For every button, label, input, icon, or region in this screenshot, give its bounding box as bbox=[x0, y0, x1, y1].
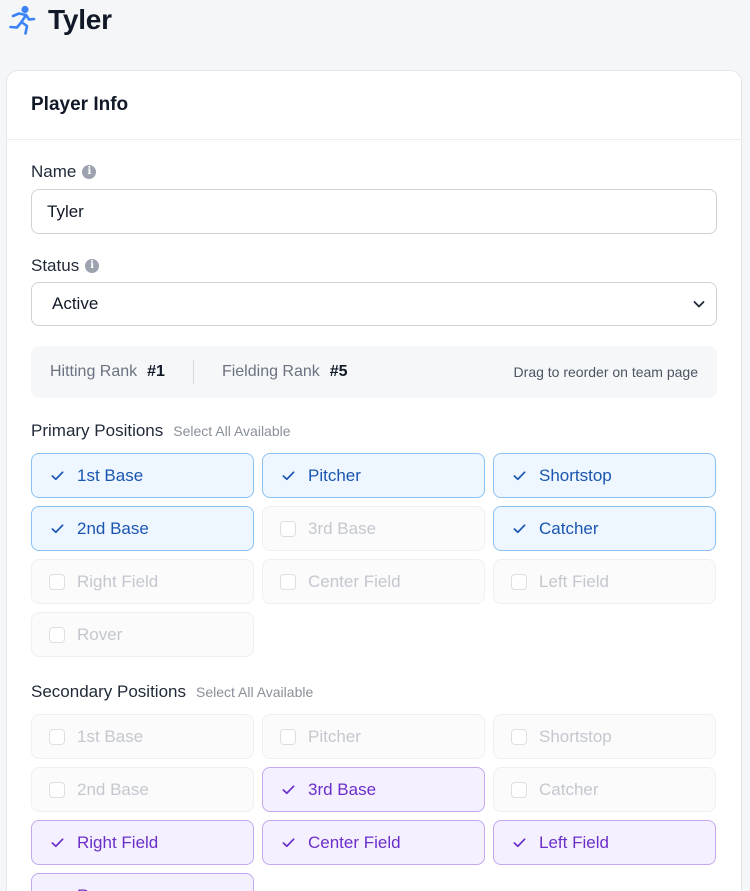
primary-select-all-link[interactable]: Select All Available bbox=[173, 423, 290, 439]
position-label: Pitcher bbox=[308, 726, 361, 746]
checkbox-empty-icon bbox=[511, 781, 527, 798]
check-icon bbox=[511, 835, 527, 851]
secondary-position-center-field[interactable]: Center Field bbox=[262, 820, 485, 865]
position-label: Center Field bbox=[308, 832, 401, 852]
primary-position-3rd-base: 3rd Base bbox=[262, 506, 485, 551]
rank-bar: Hitting Rank #1 Fielding Rank #5 Drag to… bbox=[31, 346, 717, 398]
checkbox-empty-icon bbox=[511, 728, 527, 745]
secondary-position-3rd-base[interactable]: 3rd Base bbox=[262, 767, 485, 812]
checkbox-empty-icon bbox=[511, 573, 527, 590]
page-title: Tyler bbox=[48, 4, 112, 35]
status-label-text: Status bbox=[31, 256, 80, 275]
fielding-rank-value: #5 bbox=[329, 363, 348, 380]
position-label: 1st Base bbox=[77, 465, 144, 485]
secondary-position-1st-base: 1st Base bbox=[31, 714, 254, 759]
checkbox-empty-icon bbox=[280, 520, 296, 537]
page-header: Tyler bbox=[8, 4, 112, 36]
check-icon bbox=[280, 835, 296, 851]
secondary-positions-title: Secondary Positions bbox=[31, 682, 186, 701]
secondary-position-rover[interactable]: Rover bbox=[31, 873, 254, 891]
position-label: 2nd Base bbox=[77, 779, 149, 799]
card-title: Player Info bbox=[31, 94, 129, 115]
chevron-down-icon bbox=[693, 301, 705, 308]
checkbox-empty-icon bbox=[49, 573, 65, 590]
primary-position-2nd-base[interactable]: 2nd Base bbox=[31, 506, 254, 551]
name-input[interactable] bbox=[31, 189, 717, 234]
check-icon bbox=[49, 888, 65, 891]
primary-position-shortstop[interactable]: Shortstop bbox=[493, 453, 716, 498]
primary-position-rover: Rover bbox=[31, 612, 254, 657]
position-label: Rover bbox=[77, 886, 122, 891]
secondary-position-right-field[interactable]: Right Field bbox=[31, 820, 254, 865]
info-icon[interactable]: i bbox=[82, 165, 97, 179]
primary-positions-header: Primary Positions Select All Available bbox=[31, 421, 717, 441]
primary-positions-title: Primary Positions bbox=[31, 421, 164, 440]
checkbox-empty-icon bbox=[49, 728, 65, 745]
position-label: Right Field bbox=[77, 571, 159, 591]
checkbox-empty-icon bbox=[280, 728, 296, 745]
status-label: Status i bbox=[31, 256, 717, 276]
check-icon bbox=[280, 782, 296, 798]
hitting-rank-label: Hitting Rank bbox=[50, 363, 138, 380]
secondary-position-catcher: Catcher bbox=[493, 767, 716, 812]
fielding-rank-label: Fielding Rank bbox=[221, 363, 320, 380]
primary-position-catcher[interactable]: Catcher bbox=[493, 506, 716, 551]
status-select-value: Active bbox=[52, 294, 99, 313]
card-header: Player Info bbox=[7, 71, 741, 140]
position-label: Shortstop bbox=[539, 465, 612, 485]
secondary-position-pitcher: Pitcher bbox=[262, 714, 485, 759]
secondary-position-left-field[interactable]: Left Field bbox=[493, 820, 716, 865]
check-icon bbox=[49, 521, 65, 537]
card-body: Name i Status i Active Hitting Rank #1 F… bbox=[7, 162, 741, 891]
primary-position-1st-base[interactable]: 1st Base bbox=[31, 453, 254, 498]
primary-position-right-field: Right Field bbox=[31, 559, 254, 604]
name-label-text: Name bbox=[31, 162, 77, 181]
check-icon bbox=[280, 468, 296, 484]
status-select[interactable]: Active bbox=[31, 282, 717, 326]
position-label: 1st Base bbox=[77, 726, 144, 746]
position-label: Rover bbox=[77, 624, 123, 644]
primary-positions-grid: 1st Base Pitcher Shortstop 2nd Base 3rd Base… bbox=[31, 453, 717, 657]
checkbox-empty-icon bbox=[49, 626, 65, 643]
hitting-rank-value: #1 bbox=[147, 363, 165, 380]
player-info-card: Player Info Name i Status i Active Hitti… bbox=[6, 70, 742, 891]
runner-icon bbox=[9, 5, 36, 35]
position-label: Left Field bbox=[539, 571, 609, 591]
name-label: Name i bbox=[31, 162, 717, 182]
rank-divider bbox=[192, 360, 194, 384]
position-label: 3rd Base bbox=[308, 518, 377, 538]
check-icon bbox=[511, 468, 527, 484]
secondary-position-2nd-base: 2nd Base bbox=[31, 767, 254, 812]
check-icon bbox=[511, 521, 527, 537]
position-label: Pitcher bbox=[308, 465, 361, 485]
primary-position-left-field: Left Field bbox=[493, 559, 716, 604]
reorder-hint: Drag to reorder on team page bbox=[513, 364, 698, 380]
position-label: Catcher bbox=[539, 779, 599, 799]
primary-position-pitcher[interactable]: Pitcher bbox=[262, 453, 485, 498]
position-label: Center Field bbox=[308, 571, 401, 591]
position-label: 3rd Base bbox=[308, 779, 377, 799]
position-label: Left Field bbox=[539, 832, 609, 852]
primary-position-center-field: Center Field bbox=[262, 559, 485, 604]
position-label: 2nd Base bbox=[77, 518, 149, 538]
secondary-positions-header: Secondary Positions Select All Available bbox=[31, 682, 717, 702]
position-label: Catcher bbox=[539, 518, 599, 538]
secondary-positions-grid: 1st Base Pitcher Shortstop 2nd Base 3rd Base… bbox=[31, 714, 717, 891]
info-icon[interactable]: i bbox=[85, 259, 100, 273]
checkbox-empty-icon bbox=[280, 573, 296, 590]
checkbox-empty-icon bbox=[49, 781, 65, 798]
secondary-position-shortstop: Shortstop bbox=[493, 714, 716, 759]
check-icon bbox=[49, 835, 65, 851]
check-icon bbox=[49, 468, 65, 484]
secondary-select-all-link[interactable]: Select All Available bbox=[196, 684, 313, 700]
position-label: Shortstop bbox=[539, 726, 612, 746]
position-label: Right Field bbox=[77, 832, 159, 852]
